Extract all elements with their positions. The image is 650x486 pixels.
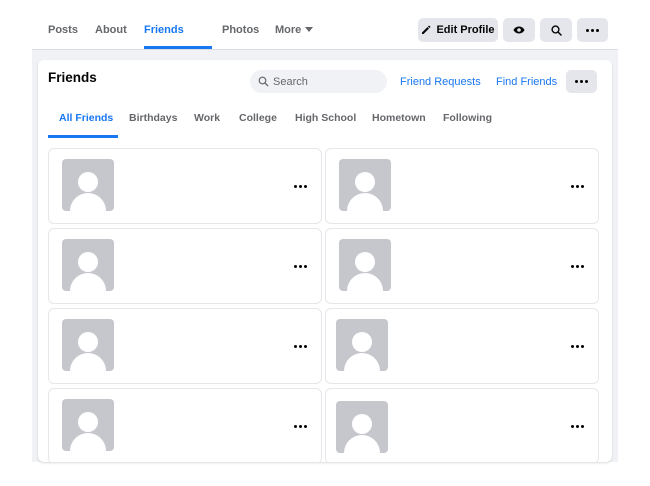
friends-search-box[interactable] [250,70,387,93]
friends-card-title: Friends [48,70,97,85]
profile-search-button[interactable] [540,18,572,42]
pencil-icon [422,25,431,34]
filter-tab-work[interactable]: Work [194,112,220,124]
ellipsis-icon [570,264,584,268]
filter-tab-all-friends[interactable]: All Friends [59,112,113,124]
ellipsis-icon [293,344,307,348]
search-icon [258,76,269,87]
friend-card[interactable] [48,388,322,462]
friend-requests-link[interactable]: Friend Requests [400,76,481,88]
friends-card-more-button[interactable] [566,70,597,93]
ellipsis-icon [293,184,307,188]
find-friends-link[interactable]: Find Friends [496,76,557,88]
edit-profile-button[interactable]: Edit Profile [418,18,498,42]
friend-options-button[interactable] [288,257,312,275]
friend-card[interactable] [325,388,599,462]
friend-options-button[interactable] [288,337,312,355]
friend-options-button[interactable] [288,417,312,435]
ellipsis-icon [570,344,584,348]
active-filter-indicator [48,135,118,138]
friend-avatar[interactable] [336,319,388,371]
profile-nav-bar: Posts About Friends Photos More Edit Pro… [32,0,618,50]
friend-avatar[interactable] [339,239,391,291]
friend-avatar[interactable] [62,399,114,451]
profile-more-button[interactable] [577,18,608,42]
ellipsis-icon [575,80,588,83]
friend-options-button[interactable] [565,337,589,355]
profile-page: Posts About Friends Photos More Edit Pro… [32,0,618,462]
tab-more[interactable]: More [275,0,314,50]
friend-card[interactable] [325,148,599,224]
friend-options-button[interactable] [565,257,589,275]
friend-options-button[interactable] [565,417,589,435]
friend-avatar[interactable] [62,159,114,211]
friend-card[interactable] [325,228,599,304]
edit-profile-label: Edit Profile [436,24,495,36]
tab-about[interactable]: About [95,0,127,50]
tab-friends[interactable]: Friends [144,0,184,50]
active-tab-indicator [144,46,212,49]
eye-icon [513,26,525,34]
friend-card[interactable] [48,308,322,384]
ellipsis-icon [570,184,584,188]
filter-tab-hometown[interactable]: Hometown [372,112,426,124]
friend-card[interactable] [48,148,322,224]
friends-search-input[interactable] [273,75,383,88]
friend-avatar[interactable] [339,159,391,211]
friend-avatar[interactable] [62,319,114,371]
friend-card[interactable] [325,308,599,384]
friend-card[interactable] [48,228,322,304]
tab-more-label: More [275,24,302,36]
filter-tab-birthdays[interactable]: Birthdays [129,112,177,124]
friend-options-button[interactable] [565,177,589,195]
ellipsis-icon [293,264,307,268]
filter-tab-college[interactable]: College [239,112,277,124]
view-as-button[interactable] [503,18,535,42]
friend-avatar[interactable] [62,239,114,291]
tab-posts[interactable]: Posts [48,0,78,50]
caret-down-icon [305,26,314,32]
friend-avatar[interactable] [336,401,388,453]
friend-options-button[interactable] [288,177,312,195]
filter-tab-following[interactable]: Following [443,112,492,124]
search-icon [550,24,562,36]
ellipsis-icon [293,424,307,428]
ellipsis-icon [586,28,599,32]
tab-photos[interactable]: Photos [222,0,259,50]
filter-tab-high-school[interactable]: High School [295,112,356,124]
ellipsis-icon [570,424,584,428]
friends-card: Friends Friend Requests Find Friends All… [38,60,612,462]
